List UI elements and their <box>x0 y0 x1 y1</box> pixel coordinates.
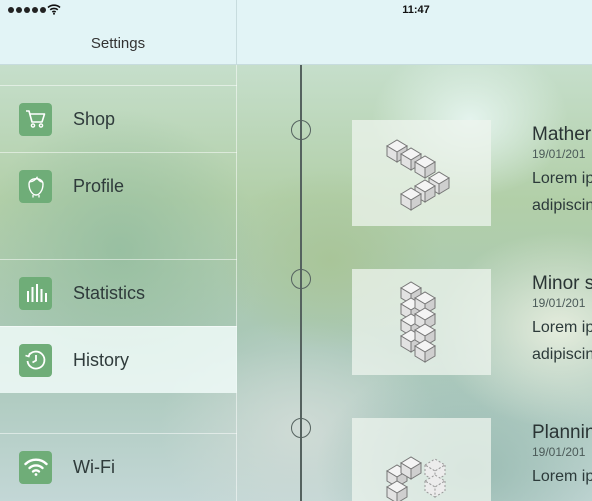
entry-date: 19/01/201 <box>532 147 586 161</box>
status-bar: 11:47 <box>0 0 592 22</box>
user-face-icon <box>19 169 52 203</box>
sidebar-item-statistics[interactable]: Statistics <box>0 259 237 326</box>
sidebar-item-profile[interactable]: Profile <box>0 152 237 219</box>
cube-arrow-icon <box>385 139 450 211</box>
timeline-node <box>291 120 311 140</box>
entry-date: 19/01/201 <box>532 445 586 459</box>
entry-text-line: Lorem ip <box>532 468 592 485</box>
timeline-node <box>291 418 311 438</box>
detail-nav-bar <box>237 22 592 65</box>
entry-text-line: Lorem ip <box>532 319 592 336</box>
status-time: 11:47 <box>402 4 430 16</box>
timeline-entry[interactable]: Plannin 19/01/201 Lorem ip <box>532 422 592 486</box>
sidebar-item-label: Statistics <box>73 282 146 303</box>
entry-thumbnail[interactable] <box>352 269 491 375</box>
sidebar-item-label: Shop <box>73 108 116 129</box>
cube-letter-icon <box>399 281 436 363</box>
settings-nav-bar: Settings <box>0 22 237 65</box>
nav-title: Settings <box>90 34 146 52</box>
entry-thumbnail[interactable] <box>352 120 491 226</box>
sidebar-item-shop[interactable]: Shop <box>0 85 237 152</box>
divider <box>236 0 237 22</box>
entry-text-line: adipiscin <box>532 346 592 363</box>
history-clock-icon <box>19 343 52 377</box>
entry-title: Mather <box>532 124 592 145</box>
timeline-entry[interactable]: Minor s 19/01/201 Lorem ip adipiscin <box>532 273 592 364</box>
sidebar-item-history[interactable]: History <box>0 326 237 393</box>
entry-thumbnail[interactable] <box>352 418 491 501</box>
entry-title: Plannin <box>532 422 592 443</box>
timeline-node <box>291 269 311 289</box>
cart-icon <box>19 102 52 136</box>
entry-title: Minor s <box>532 273 592 294</box>
bar-chart-icon <box>19 276 52 310</box>
sidebar-item-label: Profile <box>73 175 125 196</box>
entry-date: 19/01/201 <box>532 296 586 310</box>
entry-text-line: adipiscin <box>532 197 592 214</box>
cube-shape-icon <box>385 456 446 501</box>
wifi-icon <box>19 450 52 484</box>
sidebar-item-wifi[interactable]: Wi-Fi <box>0 433 237 500</box>
sidebar: Shop Profile Statistics History Wi-Fi <box>0 65 237 501</box>
sidebar-item-label: History <box>73 349 130 370</box>
entry-text-line: Lorem ip <box>532 170 592 187</box>
sidebar-item-label: Wi-Fi <box>73 456 115 477</box>
timeline-entry[interactable]: Mather 19/01/201 Lorem ip adipiscin <box>532 124 592 215</box>
